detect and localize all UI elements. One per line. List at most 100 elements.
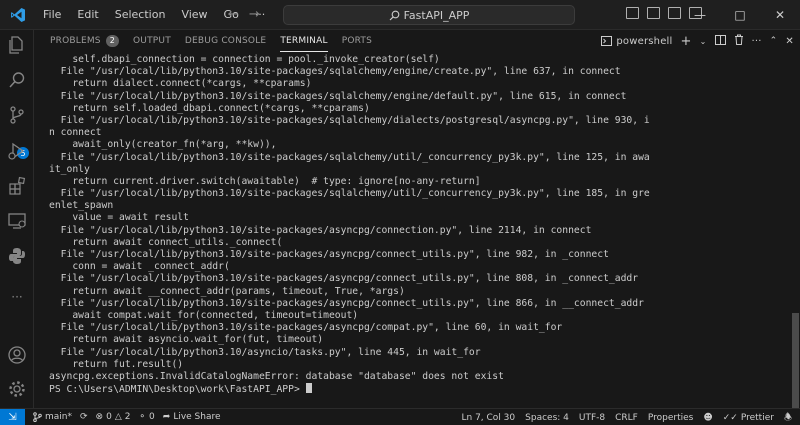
shell-label: powershell <box>616 35 673 47</box>
panel-tab-bar: PROBLEMS 2 OUTPUT DEBUG CONSOLE TERMINAL… <box>35 30 800 52</box>
tab-ports[interactable]: PORTS <box>335 30 379 52</box>
problems-count-badge: 2 <box>105 35 120 47</box>
python-icon[interactable] <box>6 245 28 267</box>
branch-name: main* <box>45 412 72 422</box>
terminal-line: File "/usr/local/lib/python3.10/site-pac… <box>49 322 563 334</box>
tab-debug-console[interactable]: DEBUG CONSOLE <box>178 30 273 52</box>
minimize-icon[interactable]: — <box>680 0 720 30</box>
terminal-line: conn = await _connect_addr( <box>49 261 230 273</box>
remote-explorer-icon[interactable] <box>6 210 28 232</box>
title-bar: File Edit Selection View Go ··· ← → Fast… <box>0 0 800 30</box>
terminal-line: self.dbapi_connection = connection = poo… <box>49 54 440 65</box>
remote-indicator-icon[interactable]: ⇲ <box>0 408 25 425</box>
menu-view[interactable]: View <box>173 0 215 30</box>
source-control-icon[interactable] <box>6 104 28 126</box>
menu-edit[interactable]: Edit <box>69 0 106 30</box>
new-terminal-plus-icon[interactable]: + <box>681 34 692 49</box>
terminal-line: it_only <box>49 163 90 175</box>
search-icon[interactable] <box>6 69 28 91</box>
terminal-prompt-line[interactable]: PS C:\Users\ADMIN\Desktop\work\FastAPI_A… <box>49 383 790 395</box>
terminal-prompt: PS C:\Users\ADMIN\Desktop\work\FastAPI_A… <box>49 384 306 396</box>
settings-gear-icon[interactable] <box>6 378 28 400</box>
terminal-line: File "/usr/local/lib/python3.10/asyncio/… <box>49 346 481 358</box>
cursor-position[interactable]: Ln 7, Col 30 <box>462 413 516 423</box>
terminal-line: n connect <box>49 127 102 139</box>
encoding[interactable]: UTF-8 <box>579 413 605 423</box>
ports-icon: ⚬ <box>138 412 147 422</box>
tab-output-label: OUTPUT <box>133 36 171 46</box>
error-count: 0 <box>106 412 112 422</box>
terminal-line: await compat.wait_for(connected, timeout… <box>49 309 359 321</box>
more-actions-icon[interactable]: ··· <box>752 36 762 47</box>
maximize-icon[interactable]: □ <box>720 0 760 30</box>
terminal-scrollbar[interactable] <box>792 313 799 408</box>
close-icon[interactable]: ✕ <box>760 0 800 30</box>
run-debug-icon[interactable] <box>6 140 28 162</box>
terminal-line: File "/usr/local/lib/python3.10/site-pac… <box>49 188 650 200</box>
prettier-status[interactable]: ✓✓ Prettier <box>723 413 774 423</box>
tab-debug-console-label: DEBUG CONSOLE <box>184 36 267 46</box>
menu-selection[interactable]: Selection <box>107 0 174 30</box>
prettier-label: Prettier <box>740 412 774 423</box>
status-bar: ⇲ main* ⟳ ⊗ 0 △ 2 ⚬ 0 ➦ Live Share Ln 7,… <box>0 408 800 425</box>
menu-file[interactable]: File <box>35 0 69 30</box>
warning-icon: △ <box>114 412 122 422</box>
terminal-line: return fut.result() <box>49 358 184 370</box>
terminal-cursor <box>305 383 312 394</box>
live-share-button[interactable]: ➦ Live Share <box>163 412 221 422</box>
terminal-line: return await asyncio.wait_for(fut, timeo… <box>49 334 324 346</box>
notifications-bell-icon[interactable]: 🕭 <box>784 410 792 425</box>
trash-icon[interactable] <box>734 34 744 48</box>
terminal-line: File "/usr/local/lib/python3.10/site-pac… <box>49 151 650 163</box>
indentation[interactable]: Spaces: 4 <box>525 413 569 423</box>
split-terminal-icon[interactable] <box>714 34 726 48</box>
branch-status[interactable]: main* <box>33 412 72 422</box>
terminal-line: return await __connect_addr(params, time… <box>49 285 405 297</box>
sync-icon[interactable]: ⟳ <box>80 412 88 422</box>
toggle-panel-icon[interactable] <box>647 7 660 19</box>
account-icon[interactable] <box>6 344 28 366</box>
more-views-icon[interactable]: ··· <box>6 286 28 308</box>
command-center-search[interactable]: FastAPI_APP <box>283 5 575 25</box>
terminal-line: enlet_spawn <box>49 200 114 212</box>
terminal-line: File "/usr/local/lib/python3.10/site-pac… <box>49 114 650 126</box>
tab-problems[interactable]: PROBLEMS 2 <box>43 30 126 52</box>
terminal-shell-selector[interactable]: powershell <box>601 36 672 47</box>
vscode-logo-icon <box>0 0 35 30</box>
extensions-icon[interactable] <box>6 175 28 197</box>
line-endings[interactable]: CRLF <box>615 413 638 423</box>
terminal-line: asyncpg.exceptions.InvalidCatalogNameErr… <box>49 370 504 382</box>
explorer-icon[interactable] <box>6 34 28 56</box>
forward-arrow-icon[interactable]: → <box>249 7 260 22</box>
tab-terminal[interactable]: TERMINAL <box>273 30 334 52</box>
problems-status[interactable]: ⊗ 0 △ 2 <box>96 412 131 422</box>
terminal-icon <box>601 36 613 46</box>
terminal-line: return current.driver.switch(awaitable) … <box>49 175 481 187</box>
terminal-line: File "/usr/local/lib/python3.10/site-pac… <box>49 90 627 102</box>
tab-problems-label: PROBLEMS <box>50 36 101 46</box>
chevron-up-icon[interactable]: ⌃ <box>770 36 778 46</box>
terminal-line: return self.loaded_dbapi.connect(*cargs,… <box>49 102 370 114</box>
terminal-line: await_only(creator_fn(*arg, **kw)), <box>49 139 277 151</box>
properties-language[interactable]: Properties <box>648 413 693 423</box>
double-check-icon: ✓✓ <box>722 412 738 423</box>
git-branch-icon <box>33 412 42 422</box>
terminal-output[interactable]: self.dbapi_connection = connection = poo… <box>35 52 790 408</box>
live-share-icon: ➦ <box>162 412 171 422</box>
back-arrow-icon[interactable]: ← <box>228 7 239 22</box>
terminal-line: File "/usr/local/lib/python3.10/site-pac… <box>49 224 592 236</box>
tab-ports-label: PORTS <box>341 36 373 46</box>
terminal-line: File "/usr/local/lib/python3.10/site-pac… <box>49 66 621 78</box>
copilot-icon[interactable]: ☻ <box>703 413 712 423</box>
search-icon <box>389 10 399 20</box>
search-text: FastAPI_APP <box>403 8 470 22</box>
close-panel-icon[interactable]: ✕ <box>785 36 794 47</box>
live-share-label: Live Share <box>173 412 221 422</box>
ports-count: 0 <box>149 412 155 422</box>
activity-bar: 5 ··· <box>0 30 34 408</box>
chevron-down-icon[interactable]: ⌄ <box>700 37 707 46</box>
ports-status[interactable]: ⚬ 0 <box>138 412 154 422</box>
toggle-sidebar-icon[interactable] <box>626 7 639 19</box>
error-icon: ⊗ <box>95 412 104 422</box>
tab-output[interactable]: OUTPUT <box>126 30 178 52</box>
